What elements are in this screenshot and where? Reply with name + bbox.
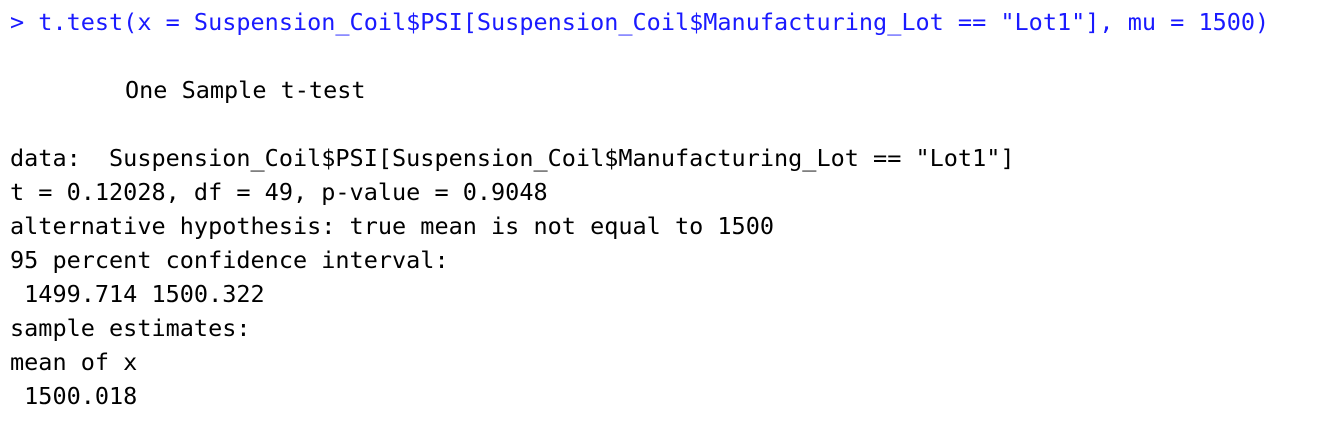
alternative-hypothesis-line: alternative hypothesis: true mean is not… bbox=[10, 212, 775, 240]
command-line[interactable]: > t.test(x = Suspension_Coil$PSI[Suspens… bbox=[10, 5, 1310, 39]
console-prompt: > bbox=[10, 8, 39, 36]
data-line: data: Suspension_Coil$PSI[Suspension_Coi… bbox=[10, 144, 1015, 172]
r-console[interactable]: > t.test(x = Suspension_Coil$PSI[Suspens… bbox=[10, 5, 1310, 413]
confidence-interval-label: 95 percent confidence interval: bbox=[10, 246, 449, 274]
stats-line: t = 0.12028, df = 49, p-value = 0.9048 bbox=[10, 178, 548, 206]
sample-estimates-label: sample estimates: bbox=[10, 314, 251, 342]
confidence-interval-values: 1499.714 1500.322 bbox=[10, 280, 265, 308]
command-text: t.test(x = Suspension_Coil$PSI[Suspensio… bbox=[38, 8, 1270, 36]
sample-estimates-value: 1500.018 bbox=[10, 382, 138, 410]
test-title: One Sample t-test bbox=[125, 76, 366, 104]
sample-estimates-header: mean of x bbox=[10, 348, 138, 376]
